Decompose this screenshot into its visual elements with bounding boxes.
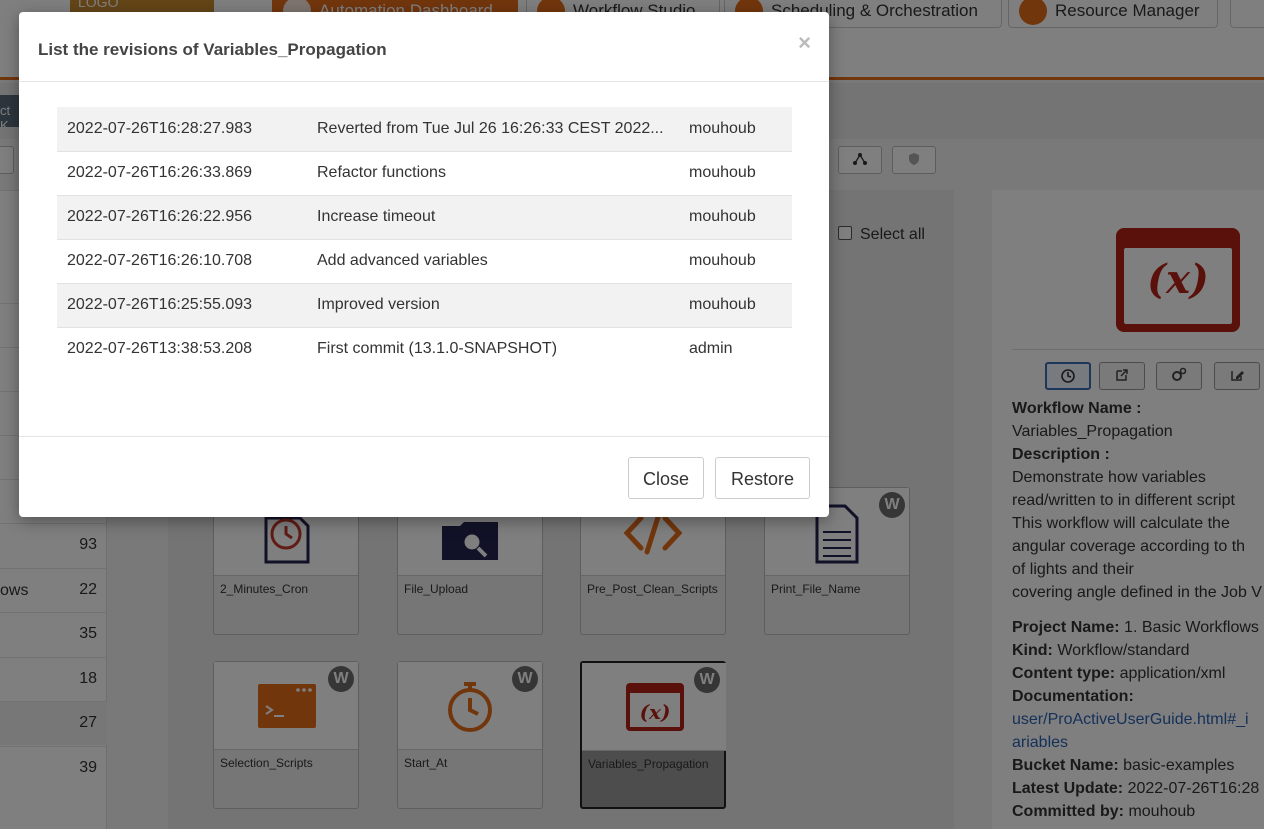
- revision-message: Add advanced variables: [317, 252, 488, 269]
- revisions-table: 2022-07-26T16:28:27.983 Reverted from Tu…: [57, 107, 792, 371]
- revision-row[interactable]: 2022-07-26T16:26:10.708 Add advanced var…: [57, 239, 792, 283]
- close-button[interactable]: Close: [628, 457, 704, 499]
- revision-date: 2022-07-26T16:25:55.093: [67, 296, 253, 313]
- revision-user: mouhoub: [689, 164, 756, 181]
- revision-user: mouhoub: [689, 252, 756, 269]
- revision-user: mouhoub: [689, 208, 756, 225]
- revision-row[interactable]: 2022-07-26T13:38:53.208 First commit (13…: [57, 327, 792, 371]
- revision-user: admin: [689, 340, 733, 358]
- revision-row[interactable]: 2022-07-26T16:26:33.869 Refactor functio…: [57, 151, 792, 195]
- revision-message: Reverted from Tue Jul 26 16:26:33 CEST 2…: [317, 119, 664, 137]
- restore-button[interactable]: Restore: [715, 457, 810, 499]
- revision-message: Improved version: [317, 296, 440, 313]
- revision-row[interactable]: 2022-07-26T16:28:27.983 Reverted from Tu…: [57, 107, 792, 151]
- modal-footer: Close Restore: [19, 436, 829, 517]
- revision-date: 2022-07-26T16:26:10.708: [67, 252, 253, 269]
- modal-header: List the revisions of Variables_Propagat…: [19, 12, 829, 82]
- revision-row[interactable]: 2022-07-26T16:25:55.093 Improved version…: [57, 283, 792, 327]
- revision-message: First commit (13.1.0-SNAPSHOT): [317, 340, 558, 358]
- modal-title: List the revisions of Variables_Propagat…: [38, 40, 387, 59]
- revision-message: Increase timeout: [317, 208, 436, 225]
- revision-user: mouhoub: [689, 119, 756, 137]
- revisions-modal: List the revisions of Variables_Propagat…: [19, 12, 829, 517]
- revision-date: 2022-07-26T13:38:53.208: [67, 340, 253, 358]
- close-icon[interactable]: ×: [798, 30, 811, 56]
- revision-row[interactable]: 2022-07-26T16:26:22.956 Increase timeout…: [57, 195, 792, 239]
- revision-message: Refactor functions: [317, 164, 446, 181]
- revision-date: 2022-07-26T16:28:27.983: [67, 119, 253, 137]
- revision-date: 2022-07-26T16:26:33.869: [67, 164, 253, 181]
- revision-date: 2022-07-26T16:26:22.956: [67, 208, 253, 225]
- revision-user: mouhoub: [689, 296, 756, 313]
